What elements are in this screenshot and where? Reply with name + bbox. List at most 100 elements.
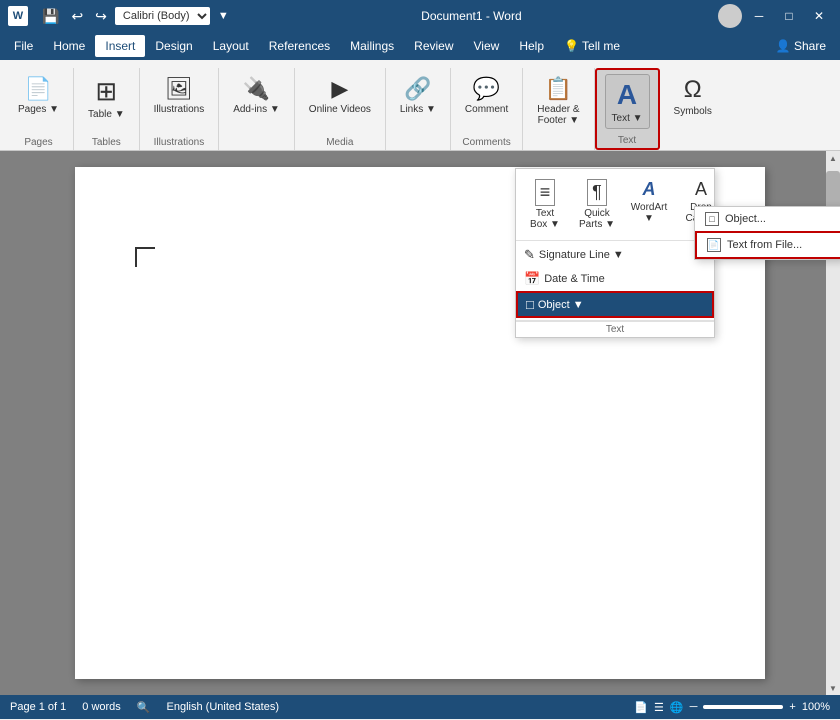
quickparts-icon: ¶ [587,179,607,206]
text-section-footer: Text [606,324,624,335]
headerfooter-button[interactable]: 📋 Header &Footer ▼ [531,72,585,130]
textbox-icon: ≡ [535,179,556,206]
ribbon-group-symbols: Ω Symbols [660,68,726,150]
font-selector[interactable]: Calibri (Body) [115,7,210,25]
ribbon-group-addins: 🔌 Add-ins ▼ [219,68,295,150]
object-label: Object ▼ [538,299,584,311]
redo-button[interactable]: ↪ [91,6,111,27]
symbols-icon: Ω [684,76,702,104]
media-group-label: Media [303,135,377,150]
wordart-label: WordArt ▼ [630,202,668,224]
symbols-label: Symbols [674,106,712,117]
document-title: Document1 - Word [229,9,714,23]
videos-icon: ▶ [331,76,348,102]
pages-button[interactable]: 📄 Pages ▼ [12,72,65,119]
scroll-up-arrow[interactable]: ▲ [826,151,840,165]
maximize-button[interactable]: □ [776,6,802,26]
zoom-minus[interactable]: ─ [690,701,698,713]
object-dots-icon: □ [705,212,719,226]
title-bar-right: ─ □ ✕ [714,4,832,28]
wordart-dropdown-item[interactable]: A WordArt ▼ [624,175,674,234]
menu-references[interactable]: References [259,35,340,57]
view-web-icon[interactable]: 🌐 [670,701,684,714]
ribbon-group-media: ▶ Online Videos Media [295,68,386,150]
page-info: Page 1 of 1 [10,701,66,714]
scrollbar-thumb[interactable] [826,171,840,211]
pages-label: Pages ▼ [18,104,59,115]
wordart-icon: A [643,179,656,200]
comment-icon: 💬 [473,76,500,102]
textbox-dropdown-item[interactable]: ≡ TextBox ▼ [520,175,570,234]
menu-layout[interactable]: Layout [203,35,259,57]
videos-label: Online Videos [309,104,371,115]
quickparts-label: QuickParts ▼ [579,208,615,230]
ribbon-group-tables: ⊞ Table ▼ Tables [74,68,140,150]
scroll-down-arrow[interactable]: ▼ [826,681,840,695]
object-dots-item[interactable]: □ Object... [695,207,840,231]
menu-bar: File Home Insert Design Layout Reference… [0,32,840,60]
text-from-file-item[interactable]: 📄 Text from File... [695,231,840,259]
addins-group-label [227,146,286,150]
object-dropdown-menu: □ Object... 📄 Text from File... [694,206,840,260]
addins-button[interactable]: 🔌 Add-ins ▼ [227,72,286,119]
menu-view[interactable]: View [464,35,510,57]
ribbon-groups: 📄 Pages ▼ Pages ⊞ Table ▼ Tables 🖼 Illus [0,64,840,150]
headerfooter-label: Header &Footer ▼ [537,104,579,126]
zoom-level: 100% [802,701,830,713]
online-videos-button[interactable]: ▶ Online Videos [303,72,377,119]
comment-button[interactable]: 💬 Comment [459,72,514,119]
menu-mailings[interactable]: Mailings [340,35,404,57]
illustrations-button[interactable]: 🖼 Illustrations [148,72,211,119]
menu-home[interactable]: Home [43,35,95,57]
text-button[interactable]: A Text ▼ [605,74,650,129]
view-layout-icon[interactable]: ☰ [654,701,664,714]
object-item[interactable]: □ Object ▼ [516,291,714,318]
undo-button[interactable]: ↩ [67,6,87,27]
zoom-slider[interactable] [703,705,783,709]
links-button[interactable]: 🔗 Links ▼ [394,72,442,119]
quickparts-dropdown-item[interactable]: ¶ QuickParts ▼ [572,175,622,234]
status-bar: Page 1 of 1 0 words 🔍 English (United St… [0,695,840,719]
tables-group-label: Tables [82,135,131,150]
zoom-plus[interactable]: + [789,701,795,713]
headerfooter-icon: 📋 [545,76,572,102]
comment-label: Comment [465,104,508,115]
dropcap-icon: A [695,179,707,200]
signature-line-item[interactable]: ✎ Signature Line ▼ [516,243,714,267]
datetime-icon: 📅 [524,271,540,287]
date-time-item[interactable]: 📅 Date & Time [516,267,714,291]
word-icon: W [8,6,28,26]
textbox-label: TextBox ▼ [530,208,560,230]
symbols-button[interactable]: Ω Symbols [668,72,718,121]
minimize-button[interactable]: ─ [746,6,772,26]
links-icon: 🔗 [404,76,431,102]
object-dots-label: Object... [725,213,766,225]
text-icon: A [617,79,637,111]
status-bar-right: 📄 ☰ 🌐 ─ + 100% [634,701,830,714]
close-button[interactable]: ✕ [806,6,832,26]
datetime-label: Date & Time [544,273,605,285]
menu-file[interactable]: File [4,35,43,57]
table-icon: ⊞ [95,76,117,107]
title-bar: W 💾 ↩ ↪ Calibri (Body) ▼ Document1 - Wor… [0,0,840,32]
signature-icon: ✎ [524,247,535,263]
menu-share[interactable]: 👤 Share [766,35,836,57]
menu-design[interactable]: Design [145,35,202,57]
profile-avatar[interactable] [718,4,742,28]
title-bar-left: W 💾 ↩ ↪ Calibri (Body) ▼ [8,6,229,27]
signature-label: Signature Line ▼ [539,249,624,261]
menu-help[interactable]: Help [509,35,554,57]
pages-icon: 📄 [25,76,52,102]
table-button[interactable]: ⊞ Table ▼ [82,72,131,124]
text-group-label: Text [605,133,650,148]
view-normal-icon[interactable]: 📄 [634,701,648,714]
illustrations-group-label: Illustrations [148,135,211,150]
menu-insert[interactable]: Insert [95,35,145,57]
cursor-marker [135,247,155,267]
menu-review[interactable]: Review [404,35,463,57]
save-button[interactable]: 💾 [38,6,63,27]
menu-tellme[interactable]: 💡 Tell me [554,35,630,57]
ribbon-group-headerfooter: 📋 Header &Footer ▼ [523,68,594,150]
links-label: Links ▼ [400,104,436,115]
doc-check-icon: 🔍 [137,701,151,714]
